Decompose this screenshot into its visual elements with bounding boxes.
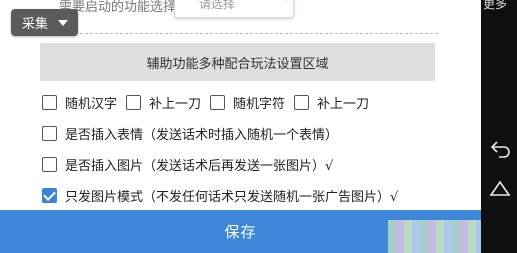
option-image-only[interactable]: 只发图片模式（不发任何话术只发送随机一张广告图片）√ — [42, 186, 398, 205]
checkbox[interactable] — [294, 95, 310, 110]
chevron-down-icon: ▾ — [283, 0, 288, 4]
checkbox[interactable] — [42, 126, 57, 141]
collect-label: 采集 — [22, 17, 49, 32]
option-follow-up-2[interactable]: 补上一刀 — [294, 93, 369, 112]
checkbox[interactable] — [210, 95, 226, 110]
navbar-top-text: 更多 — [483, 0, 508, 11]
section-header: 辅助功能多种配合玩法设置区域 — [40, 43, 435, 81]
option-random-char[interactable]: 随机字符 — [210, 93, 285, 112]
checkbox[interactable] — [42, 95, 57, 110]
home-triangle-icon[interactable] — [489, 180, 511, 198]
system-navbar: 更多 — [481, 0, 517, 253]
option-label: 是否插入表情（发送话术时插入随机一个表情） — [65, 128, 339, 143]
collect-button[interactable]: 采集 — [11, 9, 78, 36]
section-title: 辅助功能多种配合玩法设置区域 — [146, 56, 329, 72]
option-insert-image[interactable]: 是否插入图片（发送话术后再发送一张图片）√ — [42, 155, 333, 174]
option-random-chinese[interactable]: 随机汉字 — [42, 93, 117, 112]
checkbox-checked[interactable] — [42, 188, 57, 203]
option-label: 补上一刀 — [317, 97, 370, 112]
feature-select-label: 需要启动的功能选择： — [59, 0, 190, 15]
blurred-overlay — [388, 220, 481, 253]
option-insert-emoji[interactable]: 是否插入表情（发送话术时插入随机一个表情） — [42, 124, 338, 143]
option-follow-up-1[interactable]: 补上一刀 — [126, 93, 201, 112]
save-label: 保存 — [224, 223, 257, 241]
option-label: 随机汉字 — [65, 97, 118, 112]
feature-dropdown[interactable]: 请选择 ▾ — [174, 0, 294, 18]
feature-dropdown-value: 请选择 — [199, 0, 236, 11]
option-label: 是否插入图片（发送话术后再发送一张图片）√ — [65, 159, 334, 174]
option-label: 随机字符 — [233, 97, 286, 112]
option-label: 补上一刀 — [149, 97, 202, 112]
option-label: 只发图片模式（不发任何话术只发送随机一张广告图片）√ — [65, 190, 399, 205]
checkbox[interactable] — [126, 95, 142, 110]
back-arrow-icon[interactable] — [489, 140, 511, 158]
caret-down-icon — [58, 19, 69, 26]
main-panel: 需要启动的功能选择： 请选择 ▾ 辅助功能多种配合玩法设置区域 随机汉字 补上一… — [0, 0, 481, 253]
divider — [40, 33, 438, 34]
checkbox[interactable] — [42, 157, 57, 172]
option-row-1: 随机汉字 补上一刀 随机字符 补上一刀 — [42, 93, 378, 112]
